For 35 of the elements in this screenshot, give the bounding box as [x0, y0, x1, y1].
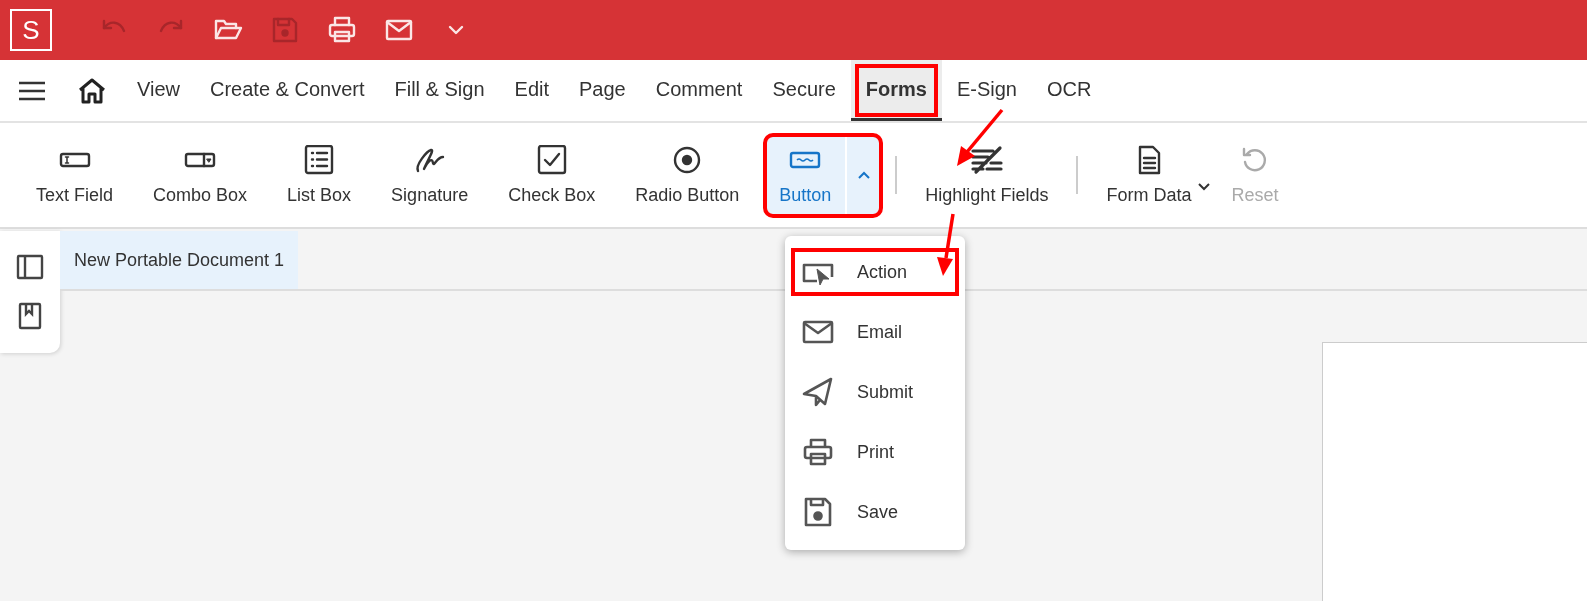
- panel-icon[interactable]: [16, 253, 44, 280]
- menu-item[interactable]: Action: [785, 242, 965, 302]
- menu-item[interactable]: Print: [785, 422, 965, 482]
- ribbon-button[interactable]: Highlight Fields: [905, 136, 1069, 214]
- menu-tab[interactable]: Edit: [499, 60, 564, 121]
- menu-icon[interactable]: [18, 79, 46, 102]
- ribbon-button[interactable]: Signature: [371, 136, 489, 214]
- ribbon-button[interactable]: Text Field: [16, 136, 134, 214]
- ribbon-button[interactable]: Check Box: [488, 136, 616, 214]
- menu-tab[interactable]: Secure: [757, 60, 851, 121]
- menu-tab[interactable]: Comment: [640, 60, 758, 121]
- paper-plane-icon: [801, 377, 835, 407]
- app-logo[interactable]: S: [10, 9, 52, 51]
- bookmark-icon[interactable]: [18, 302, 42, 331]
- menu-item[interactable]: Email: [785, 302, 965, 362]
- highlight-fields-icon: [969, 144, 1004, 175]
- menu-item[interactable]: Submit: [785, 362, 965, 422]
- ribbon-button[interactable]: Combo Box: [133, 136, 268, 214]
- menu-tab[interactable]: View: [122, 60, 195, 121]
- menu-tab[interactable]: OCR: [1031, 60, 1107, 121]
- annotation-arrow: [937, 213, 955, 276]
- menu-tab[interactable]: E-Sign: [941, 60, 1032, 121]
- home-icon[interactable]: [78, 77, 106, 104]
- ribbon-button[interactable]: Radio Button: [615, 136, 760, 214]
- ribbon-button[interactable]: Button: [765, 134, 846, 216]
- menu-tab[interactable]: Forms: [850, 60, 942, 121]
- menu-tab[interactable]: Page: [564, 60, 641, 121]
- menu-item[interactable]: Save: [785, 482, 965, 542]
- print-icon: [801, 437, 835, 467]
- document-tab[interactable]: New Portable Document 1: [60, 231, 299, 289]
- menu-tab[interactable]: Fill & Sign: [379, 60, 500, 121]
- annotation-arrow: [957, 108, 1004, 166]
- ribbon-button[interactable]: List Box: [267, 136, 372, 214]
- menu-tab[interactable]: Create & Convert: [195, 60, 380, 121]
- ribbon-button[interactable]: Form Data: [1086, 136, 1212, 214]
